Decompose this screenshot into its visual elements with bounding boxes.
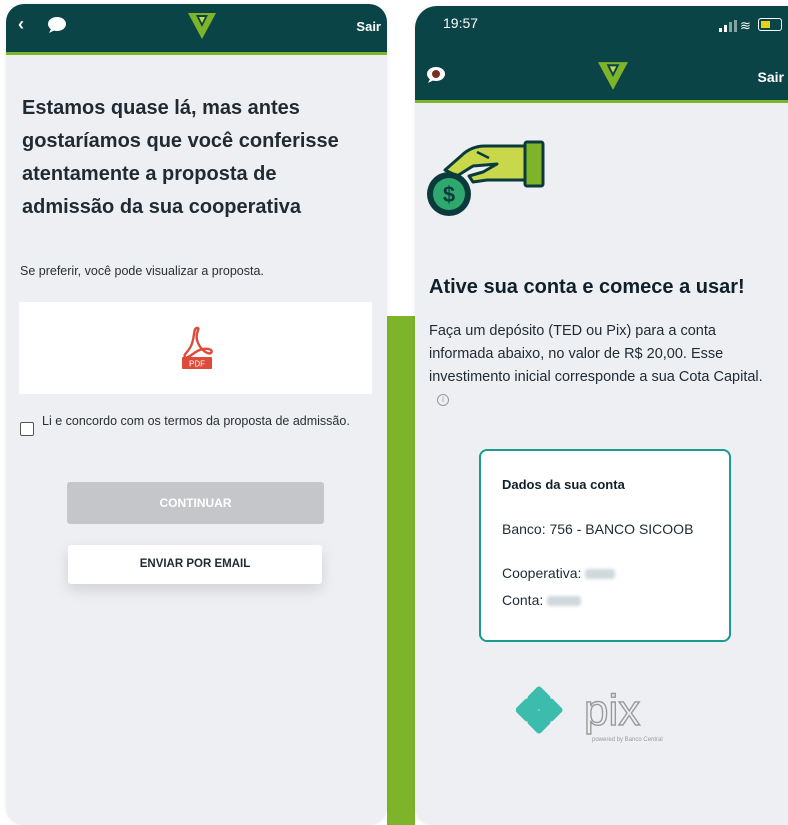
pdf-label: PDF: [189, 360, 205, 369]
page-title: Estamos quase lá, mas antes gostaríamos …: [22, 97, 339, 218]
app-header: Sair: [415, 48, 788, 103]
cooperative-label: Cooperativa:: [502, 565, 582, 581]
hand-coin-icon: $: [427, 140, 545, 216]
back-icon[interactable]: ‹: [18, 14, 24, 35]
status-time: 19:57: [443, 15, 479, 31]
page-title: Ative sua conta e comece a usar!: [429, 276, 745, 298]
account-details-card: Dados da sua conta Banco: 756 - BANCO SI…: [479, 449, 731, 642]
proposal-pdf-card[interactable]: PDF: [19, 302, 372, 394]
account-redacted-value: [547, 596, 582, 606]
pix-logo-icon: pix powered by Banco Central: [516, 685, 663, 743]
green-connector-vertical: [387, 316, 415, 825]
send-email-button[interactable]: ENVIAR POR EMAIL: [68, 545, 322, 584]
chat-icon[interactable]: [425, 66, 447, 84]
battery-icon: [758, 18, 782, 31]
terms-checkbox[interactable]: [20, 422, 34, 436]
account-label: Conta:: [502, 592, 544, 608]
cooperative-row: Cooperativa:: [502, 565, 616, 581]
continue-button[interactable]: CONTINUAR: [67, 482, 324, 524]
account-details-title: Dados da sua conta: [502, 477, 625, 492]
info-icon[interactable]: i: [437, 394, 449, 406]
chat-icon[interactable]: [46, 16, 68, 34]
cooperative-redacted-value: [585, 569, 616, 579]
proposal-screen: ‹ Sair Estamos quase lá, mas antes gosta…: [6, 4, 387, 825]
pix-tagline: powered by Banco Central: [592, 737, 663, 743]
wifi-icon: ≋: [740, 18, 751, 33]
account-row: Conta:: [502, 592, 582, 608]
pdf-icon: PDF: [182, 326, 213, 369]
status-bar: 19:57 ≋: [415, 6, 788, 48]
bank-value: Banco: 756 - BANCO SICOOB: [502, 521, 694, 537]
activate-account-screen: 19:57 ≋ Sair $ Ative sua conta e comece: [415, 6, 788, 825]
sicoob-logo-icon: [598, 62, 628, 90]
exit-button[interactable]: Sair: [356, 19, 381, 34]
deposit-instructions-text: Faça um depósito (TED ou Pix) para a con…: [429, 323, 763, 385]
signal-icon: [719, 20, 737, 32]
view-proposal-hint: Se preferir, você pode visualizar a prop…: [20, 264, 264, 278]
svg-text:$: $: [443, 182, 455, 207]
exit-button[interactable]: Sair: [758, 69, 784, 85]
pix-wordmark: pix: [584, 686, 640, 735]
deposit-instructions: Faça um depósito (TED ou Pix) para a con…: [429, 320, 769, 412]
sicoob-logo-icon: [188, 13, 216, 39]
app-header: ‹ Sair: [6, 4, 387, 55]
terms-label: Li e concordo com os termos da proposta …: [42, 414, 350, 428]
